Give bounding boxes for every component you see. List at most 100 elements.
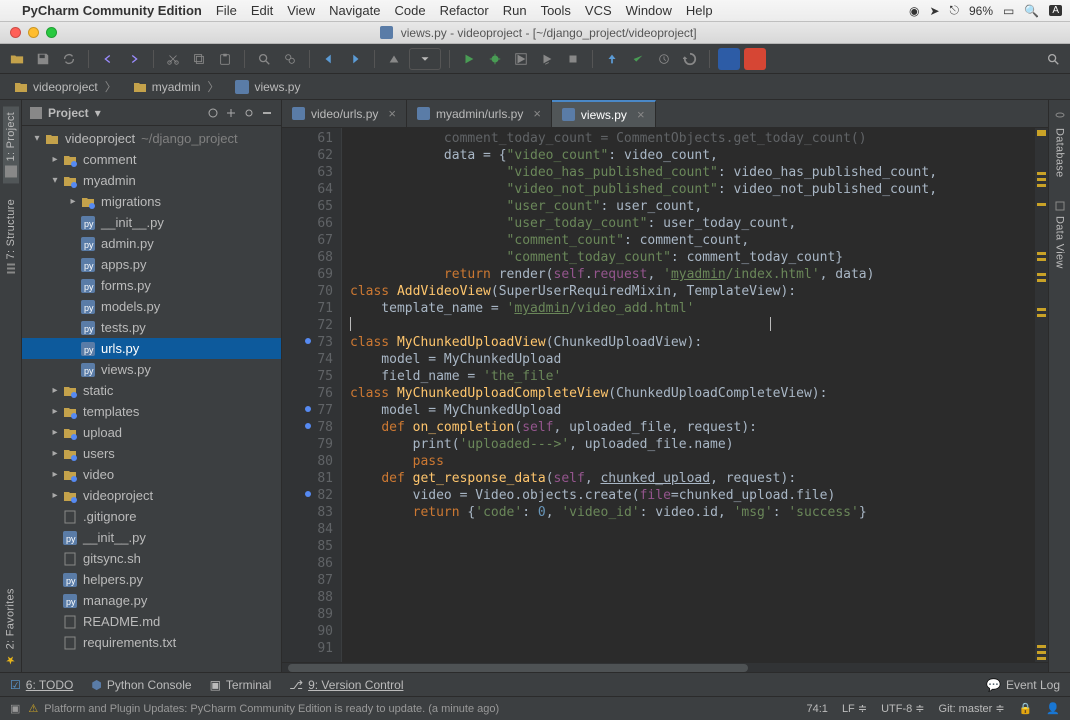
menu-run[interactable]: Run xyxy=(503,3,527,18)
tree-node[interactable]: ▾videoproject~/django_project xyxy=(22,128,281,149)
spotlight-icon[interactable]: 🔍 xyxy=(1024,4,1039,18)
cut-icon[interactable] xyxy=(162,48,184,70)
git-branch[interactable]: Git: master ≑ xyxy=(939,702,1005,715)
tree-node[interactable]: ▸users xyxy=(22,443,281,464)
replace-icon[interactable] xyxy=(279,48,301,70)
tree-node[interactable]: ▸videoproject xyxy=(22,485,281,506)
menu-help[interactable]: Help xyxy=(686,3,713,18)
crumb-1[interactable]: myadmin〉 xyxy=(127,78,226,95)
tool-favorites[interactable]: ★ 2: Favorites xyxy=(2,582,19,672)
line-gutter[interactable]: 6162636465666768697071727374757677787980… xyxy=(282,128,342,662)
toolwindows-icon[interactable]: ▣ xyxy=(10,702,20,715)
hector-icon[interactable]: 👤 xyxy=(1046,702,1060,715)
horizontal-scrollbar[interactable] xyxy=(282,662,1048,672)
close-icon[interactable]: × xyxy=(637,107,645,122)
build-icon[interactable] xyxy=(383,48,405,70)
undo-icon[interactable] xyxy=(97,48,119,70)
chevron-down-icon[interactable]: ▾ xyxy=(95,106,101,120)
tool-todo[interactable]: ☑6: TODO xyxy=(10,678,73,692)
tree-node[interactable]: ▸static xyxy=(22,380,281,401)
tree-node[interactable]: pymodels.py xyxy=(22,296,281,317)
tree-node[interactable]: ▾myadmin xyxy=(22,170,281,191)
wifi-icon[interactable]: ⎋ xyxy=(950,3,960,18)
debug-icon[interactable] xyxy=(484,48,506,70)
input-source-icon[interactable]: A xyxy=(1049,5,1062,16)
close-window-icon[interactable] xyxy=(10,27,21,38)
menu-edit[interactable]: Edit xyxy=(251,3,273,18)
tree-node[interactable]: pyapps.py xyxy=(22,254,281,275)
tool-project[interactable]: 1: Project xyxy=(3,106,19,183)
github-icon[interactable] xyxy=(718,48,740,70)
tree-node[interactable]: ▸migrations xyxy=(22,191,281,212)
save-icon[interactable] xyxy=(32,48,54,70)
tool-database[interactable]: Database xyxy=(1052,106,1068,184)
tool-dataview[interactable]: Data View xyxy=(1052,194,1068,275)
stop-icon[interactable] xyxy=(562,48,584,70)
tree-node[interactable]: ▸comment xyxy=(22,149,281,170)
lock-icon[interactable]: 🔒 xyxy=(1019,702,1033,715)
forward-icon[interactable] xyxy=(344,48,366,70)
find-icon[interactable] xyxy=(253,48,275,70)
tree-node[interactable]: .gitignore xyxy=(22,506,281,527)
build-menu-icon[interactable] xyxy=(409,48,441,70)
paste-icon[interactable] xyxy=(214,48,236,70)
tree-node[interactable]: pymanage.py xyxy=(22,590,281,611)
menu-tools[interactable]: Tools xyxy=(541,3,571,18)
run-icon[interactable] xyxy=(458,48,480,70)
sync-icon[interactable] xyxy=(58,48,80,70)
tree-node[interactable]: pyforms.py xyxy=(22,275,281,296)
menu-file[interactable]: File xyxy=(216,3,237,18)
copy-icon[interactable] xyxy=(188,48,210,70)
vcs-update-icon[interactable] xyxy=(601,48,623,70)
menu-view[interactable]: View xyxy=(287,3,315,18)
scroll-source-icon[interactable] xyxy=(225,107,237,119)
tree-node[interactable]: ▸upload xyxy=(22,422,281,443)
menu-vcs[interactable]: VCS xyxy=(585,3,612,18)
vcs-revert-icon[interactable] xyxy=(679,48,701,70)
status-message[interactable]: Platform and Plugin Updates: PyCharm Com… xyxy=(44,703,499,715)
tree-node[interactable]: pyviews.py xyxy=(22,359,281,380)
tree-node[interactable]: pyhelpers.py xyxy=(22,569,281,590)
tool-event-log[interactable]: 💬Event Log xyxy=(986,678,1060,692)
tree-node[interactable]: requirements.txt xyxy=(22,632,281,653)
gear-icon[interactable] xyxy=(243,107,255,119)
search-everywhere-icon[interactable] xyxy=(1042,48,1064,70)
zoom-window-icon[interactable] xyxy=(46,27,57,38)
menu-code[interactable]: Code xyxy=(394,3,425,18)
close-icon[interactable]: × xyxy=(533,106,541,121)
crumb-2[interactable]: views.py xyxy=(229,80,306,94)
menu-window[interactable]: Window xyxy=(626,3,672,18)
tree-node[interactable]: py__init__.py xyxy=(22,212,281,233)
tree-node[interactable]: README.md xyxy=(22,611,281,632)
google-icon[interactable] xyxy=(744,48,766,70)
tree-node[interactable]: pytests.py xyxy=(22,317,281,338)
error-stripe[interactable] xyxy=(1034,128,1048,662)
tool-terminal[interactable]: ▣Terminal xyxy=(210,678,272,692)
tree-node[interactable]: ▸video xyxy=(22,464,281,485)
tree-node[interactable]: py__init__.py xyxy=(22,527,281,548)
hide-icon[interactable] xyxy=(261,107,273,119)
menu-navigate[interactable]: Navigate xyxy=(329,3,380,18)
encoding[interactable]: UTF-8 ≑ xyxy=(881,702,924,715)
tool-python-console[interactable]: ⬢Python Console xyxy=(91,678,191,692)
tree-node[interactable]: gitsync.sh xyxy=(22,548,281,569)
vcs-history-icon[interactable] xyxy=(653,48,675,70)
crumb-0[interactable]: videoproject〉 xyxy=(8,78,123,95)
collapse-icon[interactable] xyxy=(207,107,219,119)
open-icon[interactable] xyxy=(6,48,28,70)
tool-version-control[interactable]: ⎇9: Version Control xyxy=(289,678,403,692)
menu-refactor[interactable]: Refactor xyxy=(440,3,489,18)
line-ending[interactable]: LF ≑ xyxy=(842,702,867,715)
compass-icon[interactable]: ◉ xyxy=(909,4,919,18)
redo-icon[interactable] xyxy=(123,48,145,70)
tree-node[interactable]: ▸templates xyxy=(22,401,281,422)
back-icon[interactable] xyxy=(318,48,340,70)
minimize-window-icon[interactable] xyxy=(28,27,39,38)
cursor-position[interactable]: 74:1 xyxy=(807,703,828,715)
close-icon[interactable]: × xyxy=(388,106,396,121)
tab-1[interactable]: myadmin/urls.py× xyxy=(407,100,552,127)
tab-2[interactable]: views.py× xyxy=(552,100,656,127)
attach-icon[interactable] xyxy=(536,48,558,70)
run-anything-icon[interactable] xyxy=(510,48,532,70)
tab-0[interactable]: video/urls.py× xyxy=(282,100,407,127)
